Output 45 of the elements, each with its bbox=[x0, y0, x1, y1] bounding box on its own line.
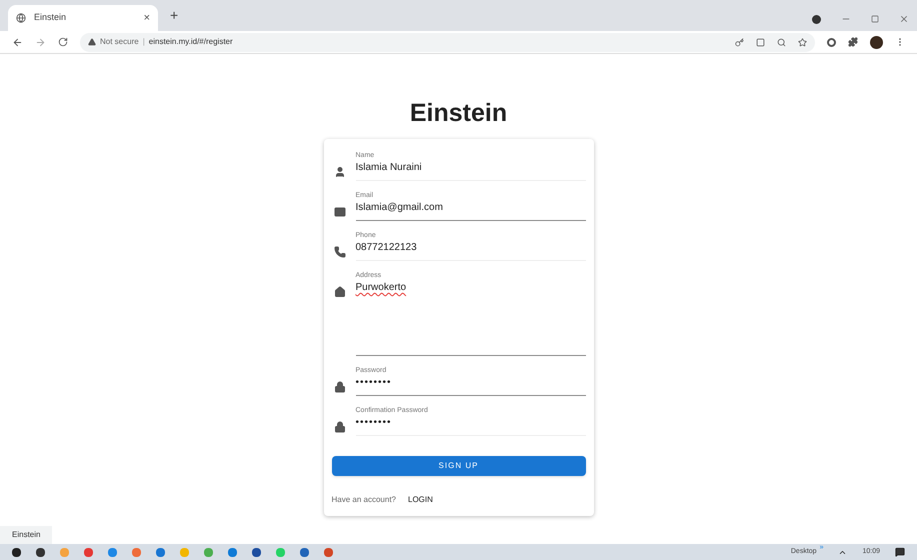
login-button[interactable]: LOGIN bbox=[404, 492, 437, 508]
lock-icon bbox=[334, 381, 346, 393]
browser-tab[interactable]: Einstein × bbox=[8, 5, 158, 31]
reload-icon[interactable] bbox=[58, 37, 68, 47]
url-text: einstein.my.id/#/register bbox=[148, 36, 233, 48]
field-value: •••••••• bbox=[356, 376, 393, 390]
globe-icon bbox=[16, 13, 26, 23]
status-bubble: Einstein bbox=[0, 526, 52, 544]
key-icon[interactable] bbox=[735, 38, 744, 46]
field-value: 08772122123 bbox=[356, 241, 418, 255]
new-tab-button[interactable]: + bbox=[170, 5, 178, 26]
app-icon[interactable] bbox=[252, 548, 261, 556]
app-icon[interactable] bbox=[324, 548, 333, 556]
maximize-icon[interactable] bbox=[871, 15, 879, 23]
app-icon[interactable] bbox=[108, 548, 117, 556]
page-title: Einstein bbox=[410, 98, 508, 128]
page-icon[interactable] bbox=[756, 38, 765, 46]
person-icon bbox=[334, 166, 346, 178]
star-icon[interactable] bbox=[798, 38, 807, 46]
zoom-icon[interactable] bbox=[777, 38, 786, 46]
field-value: •••••••• bbox=[356, 416, 393, 430]
account-prompt: Have an account? bbox=[332, 494, 396, 506]
avatar-icon[interactable] bbox=[870, 36, 883, 48]
close-button[interactable]: × bbox=[144, 10, 150, 26]
security-label: Not secure bbox=[100, 36, 139, 48]
profile-icon[interactable] bbox=[812, 14, 821, 24]
field-value: Islamia Nuraini bbox=[356, 161, 423, 175]
app-icon[interactable] bbox=[84, 548, 93, 556]
phone-icon bbox=[334, 246, 346, 258]
extension-icon[interactable] bbox=[827, 38, 836, 46]
sign-up-button[interactable]: SIGN UP bbox=[332, 456, 586, 476]
tab-title: Einstein bbox=[34, 11, 68, 24]
home-icon bbox=[334, 286, 346, 298]
back-icon[interactable] bbox=[12, 36, 23, 48]
puzzle-icon[interactable] bbox=[848, 37, 858, 47]
field-value: Purwokerto bbox=[356, 281, 406, 295]
lock-icon bbox=[334, 421, 346, 433]
app-icon[interactable] bbox=[300, 548, 309, 556]
separator-text: | bbox=[142, 36, 145, 48]
close-icon[interactable] bbox=[899, 14, 909, 24]
notification-icon[interactable] bbox=[895, 547, 905, 557]
address-bar[interactable]: Not secure | einstein.my.id/#/register bbox=[80, 32, 815, 52]
field-value: Islamia@gmail.com bbox=[356, 201, 444, 215]
mail-icon bbox=[334, 206, 346, 218]
warning-icon bbox=[88, 38, 96, 46]
